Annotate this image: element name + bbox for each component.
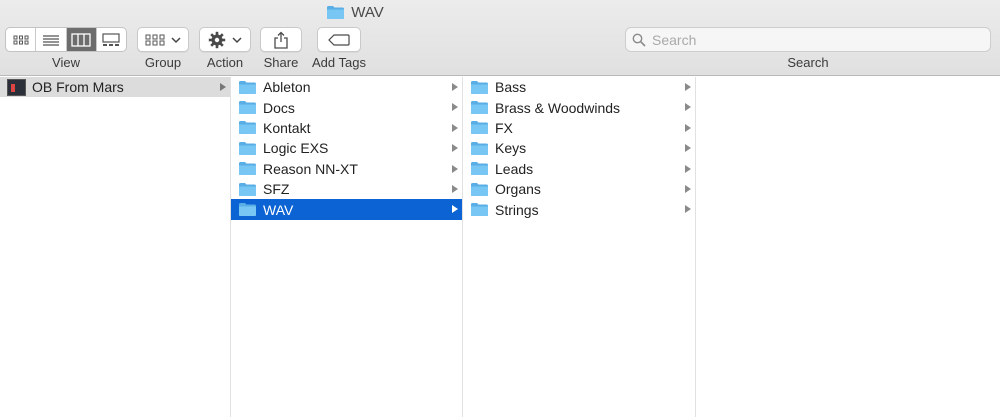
disclosure-arrow-icon xyxy=(685,184,691,193)
disclosure-arrow-icon xyxy=(220,83,226,91)
disclosure-arrow-icon xyxy=(452,123,458,132)
folder-icon xyxy=(239,121,256,135)
column-2[interactable]: Ableton Docs Kontakt Logic EXS Reason NN… xyxy=(231,77,463,417)
folder-icon xyxy=(471,101,488,115)
folder-icon xyxy=(239,80,256,94)
add-tags-button[interactable] xyxy=(317,27,361,52)
column-3[interactable]: Bass Brass & Woodwinds FX Keys Leads Org… xyxy=(463,77,696,417)
list-item[interactable]: OB From Mars xyxy=(0,77,230,98)
list-item[interactable]: SFZ xyxy=(231,179,462,199)
column-browser: OB From Mars Ableton Docs Kontakt Logic … xyxy=(0,77,1000,417)
list-item[interactable]: Docs xyxy=(231,97,462,117)
item-label: Reason NN-XT xyxy=(263,160,358,177)
item-label: WAV xyxy=(263,201,294,218)
folder-icon xyxy=(471,121,488,135)
folder-icon xyxy=(239,203,256,217)
item-label: SFZ xyxy=(263,181,290,198)
folder-icon xyxy=(239,182,256,196)
grid-icon xyxy=(13,35,29,44)
view-mode-segmented-control[interactable] xyxy=(5,27,127,52)
item-label: OB From Mars xyxy=(32,79,124,96)
column-view-button[interactable] xyxy=(66,28,97,51)
disclosure-arrow-icon xyxy=(452,164,458,173)
album-thumbnail-icon xyxy=(7,78,26,96)
disclosure-arrow-icon xyxy=(452,144,458,153)
item-label: Brass & Woodwinds xyxy=(495,99,621,116)
list-item[interactable]: Strings xyxy=(463,199,695,219)
group-label: Group xyxy=(144,55,182,70)
list-item[interactable]: Brass & Woodwinds xyxy=(463,97,695,117)
item-label: Bass xyxy=(495,79,527,96)
gallery-view-button[interactable] xyxy=(97,28,126,51)
action-button[interactable] xyxy=(199,27,251,52)
icon-view-button[interactable] xyxy=(6,28,37,51)
item-label: FX xyxy=(495,119,513,136)
list-item[interactable]: Ableton xyxy=(231,77,462,97)
toolbar: WAV View Group Action Share Add Tags Sea… xyxy=(0,0,1000,76)
chevron-down-icon xyxy=(232,36,242,43)
chevron-down-icon xyxy=(171,36,181,43)
disclosure-arrow-icon xyxy=(685,205,691,214)
disclosure-arrow-icon xyxy=(685,103,691,112)
add-tags-label: Add Tags xyxy=(312,55,366,70)
share-icon xyxy=(274,31,288,49)
column-4-empty[interactable] xyxy=(696,77,1000,417)
item-label: Keys xyxy=(495,140,527,157)
search-label: Search xyxy=(787,55,829,70)
group-grid-icon xyxy=(145,34,165,45)
share-label: Share xyxy=(263,55,299,70)
tag-icon xyxy=(328,33,350,46)
item-label: Organs xyxy=(495,181,541,198)
folder-icon xyxy=(327,5,345,19)
disclosure-arrow-icon xyxy=(685,83,691,91)
disclosure-arrow-icon xyxy=(685,144,691,153)
item-label: Ableton xyxy=(263,79,311,96)
disclosure-arrow-icon xyxy=(685,123,691,132)
folder-icon xyxy=(471,141,488,155)
item-label: Leads xyxy=(495,160,534,177)
list-item[interactable]: Organs xyxy=(463,179,695,199)
list-icon xyxy=(42,34,59,46)
list-item[interactable]: Leads xyxy=(463,159,695,179)
search-input[interactable] xyxy=(652,31,982,48)
share-button[interactable] xyxy=(260,27,302,52)
search-field[interactable] xyxy=(625,27,991,52)
item-label: Strings xyxy=(495,201,539,218)
folder-icon xyxy=(471,162,488,176)
gallery-icon xyxy=(102,32,120,46)
disclosure-arrow-icon xyxy=(685,164,691,173)
list-item[interactable]: Bass xyxy=(463,77,695,97)
list-item[interactable]: Logic EXS xyxy=(231,138,462,158)
item-label: Logic EXS xyxy=(263,140,329,157)
disclosure-arrow-icon xyxy=(452,205,458,214)
list-item[interactable]: Keys xyxy=(463,138,695,158)
folder-icon xyxy=(239,101,256,115)
search-icon xyxy=(632,33,646,47)
list-view-button[interactable] xyxy=(36,28,67,51)
item-label: Kontakt xyxy=(263,119,311,136)
folder-icon xyxy=(239,162,256,176)
disclosure-arrow-icon xyxy=(452,184,458,193)
folder-icon xyxy=(471,182,488,196)
group-button[interactable] xyxy=(137,27,189,52)
folder-icon xyxy=(239,141,256,155)
gear-icon xyxy=(208,31,226,48)
folder-icon xyxy=(471,203,488,217)
list-item[interactable]: Kontakt xyxy=(231,118,462,138)
folder-icon xyxy=(471,80,488,94)
column-1[interactable]: OB From Mars xyxy=(0,77,231,417)
window-title: WAV xyxy=(351,3,384,21)
columns-icon xyxy=(71,32,91,47)
disclosure-arrow-icon xyxy=(452,103,458,112)
window-title-bar: WAV xyxy=(0,2,1000,22)
list-item[interactable]: Reason NN-XT xyxy=(231,159,462,179)
disclosure-arrow-icon xyxy=(452,83,458,91)
list-item-selected[interactable]: WAV xyxy=(231,199,462,220)
item-label: Docs xyxy=(263,99,295,116)
list-item[interactable]: FX xyxy=(463,118,695,138)
view-label: View xyxy=(52,55,80,70)
action-label: Action xyxy=(206,55,244,70)
